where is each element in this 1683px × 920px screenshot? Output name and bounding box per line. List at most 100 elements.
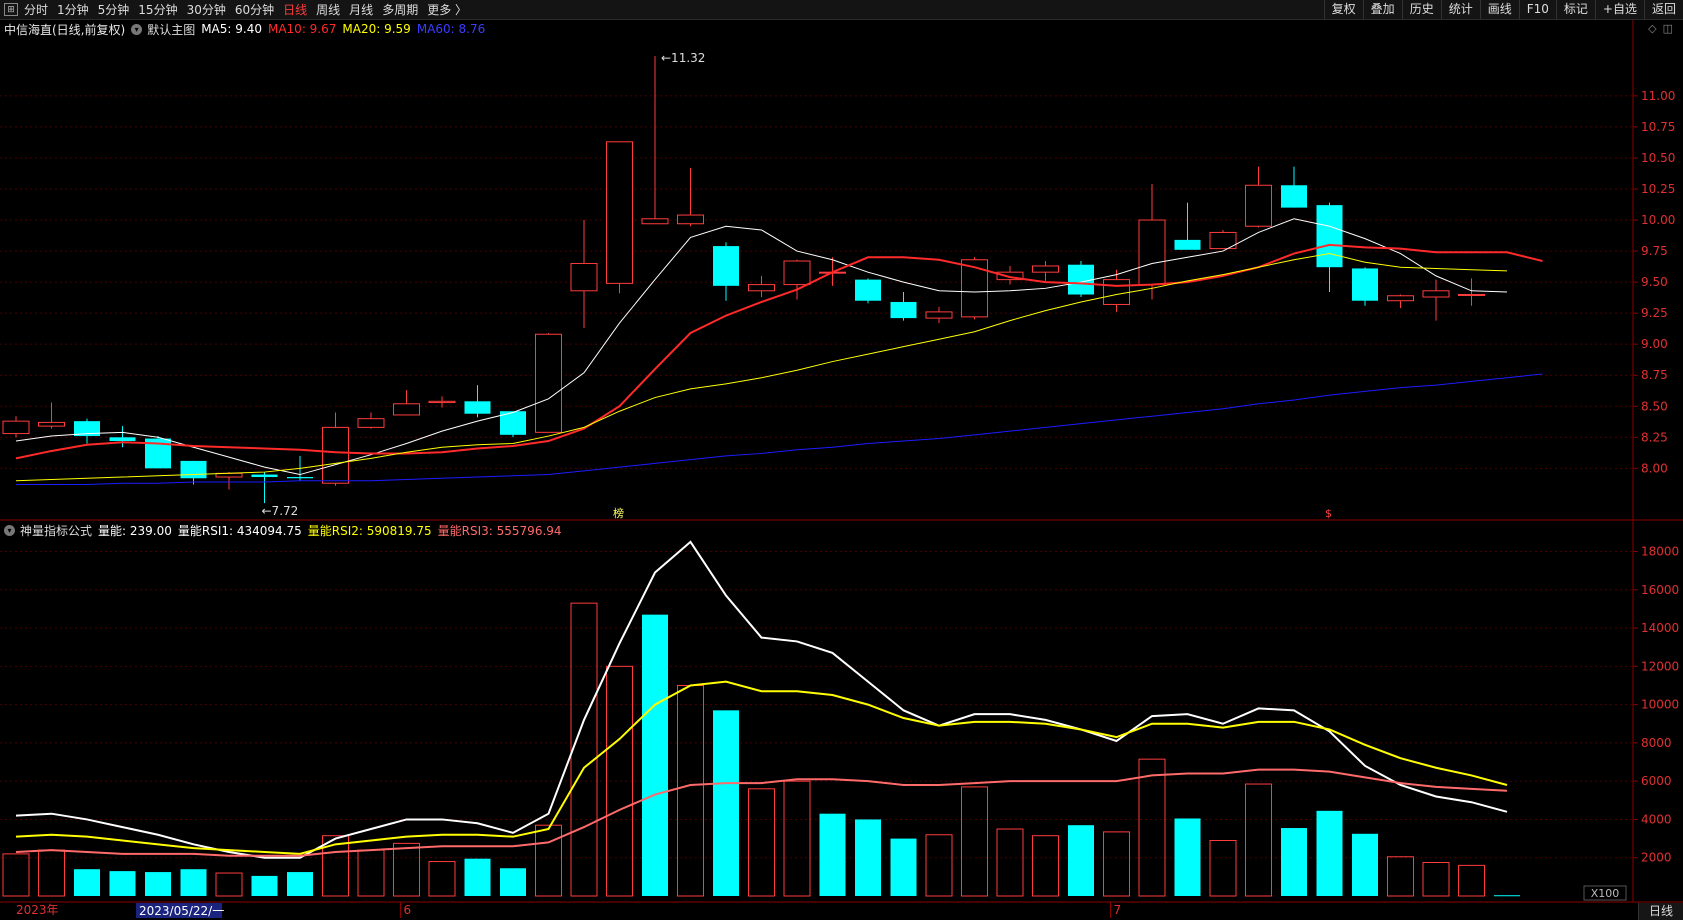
indicator-tick-label: 8000 (1641, 736, 1672, 750)
candle-body-up (677, 214, 704, 225)
volume-bar-up (1138, 758, 1166, 897)
indicator-name[interactable]: 神量指标公式 (20, 522, 92, 539)
volume-bar-up (961, 786, 988, 897)
volume-bar-up (677, 684, 704, 897)
indicator-tick-label: 2000 (1641, 851, 1672, 865)
candle-body-down (1281, 185, 1307, 208)
volume-bar-down (287, 872, 313, 896)
volume-bar-down (1281, 828, 1307, 896)
volume-label: 量能: 239.00 (98, 523, 172, 538)
indicator-tick-label: 16000 (1641, 583, 1679, 597)
stock-title: 中信海直(日线,前复权) (4, 22, 126, 37)
volume-bar-down (1494, 895, 1520, 897)
candle-body-up (748, 284, 775, 292)
period-button[interactable]: 日线 (1638, 903, 1683, 920)
price-tick-label: 10.75 (1641, 120, 1675, 134)
diamond-icon[interactable]: ◇ (1648, 22, 1656, 35)
candle-body-up (641, 218, 669, 225)
indicator-tick-label: 12000 (1641, 659, 1679, 673)
high-price-annotation: ←11.32 (661, 51, 705, 65)
volume-bar-up (393, 842, 420, 897)
candle-body-down (1352, 268, 1378, 301)
event-marker-dollar: $ (1325, 507, 1332, 520)
ma5-label: MA5: 9.40 (201, 22, 262, 36)
volume-bar-down (1352, 833, 1378, 896)
volume-bar-up (2, 853, 30, 897)
volume-bar-up (1422, 862, 1450, 897)
rsi1-label: 量能RSI1: 434094.75 (177, 523, 302, 538)
indicator-tick-label: 6000 (1641, 774, 1672, 788)
ma10-label: MA10: 9.67 (267, 22, 337, 36)
price-tick-label: 9.25 (1641, 306, 1668, 320)
volume-bar-down (145, 872, 171, 896)
candle-body-down (855, 279, 881, 301)
volume-bar-up (1209, 839, 1237, 897)
candle-body-down (180, 460, 207, 479)
candle-body-up (38, 421, 65, 427)
event-marker-bang: 榜 (613, 506, 624, 520)
candle-body-up (428, 400, 456, 404)
volume-bar-up (1387, 856, 1414, 897)
volume-bar-down (180, 869, 207, 896)
indicator-tick-label: 18000 (1641, 544, 1679, 558)
volume-bar-up (570, 602, 598, 897)
volume-bar-up (783, 780, 811, 897)
price-tick-label: 8.75 (1641, 368, 1668, 382)
candle-body-up (357, 418, 385, 428)
volume-bar-up (428, 861, 456, 897)
price-tick-label: 10.50 (1641, 151, 1675, 165)
candle-body-down (1068, 264, 1094, 295)
candle-body-up (1387, 295, 1414, 302)
volume-bar-up (925, 834, 953, 897)
price-tick-label: 8.00 (1641, 461, 1668, 475)
year-label: 2023年 (16, 903, 59, 917)
candle-body-down (1316, 205, 1343, 268)
volume-bar-down (1068, 825, 1094, 896)
rsi2-label: 量能RSI2: 590819.75 (307, 523, 432, 538)
volume-bar-up (1245, 783, 1272, 897)
volume-bar-down (1174, 818, 1201, 896)
volume-bar-up (1103, 831, 1130, 897)
template-label[interactable]: 默认主图 (147, 21, 195, 38)
candle-body-up (1458, 294, 1485, 297)
candle-body-up (925, 311, 953, 319)
candle-body-down (287, 477, 313, 479)
template-settings-icon[interactable]: ▾ (131, 23, 143, 35)
candle-body-up (783, 260, 811, 286)
unit-label: X100 (1591, 887, 1620, 900)
volume-bar-up (1458, 864, 1485, 897)
price-tick-label: 11.00 (1641, 89, 1675, 103)
candle-body-up (961, 259, 988, 318)
candle-body-down (464, 401, 491, 414)
volume-bar-down (855, 819, 881, 896)
price-tick-label: 9.75 (1641, 244, 1668, 258)
volume-bar-down (251, 875, 278, 896)
volume-bar-up (996, 828, 1024, 897)
main-chart-header: 中信海直(日线,前复权) ▾ 默认主图 MA5: 9.40 MA10: 9.67… (4, 20, 485, 38)
low-price-annotation: ←7.72 (262, 504, 299, 518)
volume-bar-up (535, 824, 562, 897)
volume-bar-down (642, 614, 668, 896)
candle-body-up (2, 420, 30, 435)
candle-body-down (713, 246, 739, 286)
month-label: 6 (404, 903, 412, 917)
ma60-label: MA60: 8.76 (416, 22, 486, 36)
candle-body-down (1174, 239, 1201, 250)
volume-bar-up (748, 788, 775, 897)
candle-body-down (109, 437, 136, 442)
price-tick-label: 10.25 (1641, 182, 1675, 196)
candle-body-up (1032, 265, 1059, 273)
volume-bar-up (1032, 835, 1059, 897)
panel-toggle-icon[interactable]: ◫ (1663, 22, 1673, 35)
price-tick-label: 8.25 (1641, 430, 1668, 444)
volume-bar-down (713, 710, 739, 896)
kline-chart[interactable]: 8.00 8.25 8.50 8.75 9.00 9.25 9.50 9.75 10.00 10.… (0, 0, 1683, 920)
candle-body-up (393, 403, 420, 416)
volume-bar-down (464, 858, 491, 896)
ma-line-ma60 (16, 373, 1543, 485)
indicator-tick-label: 10000 (1641, 698, 1679, 712)
price-tick-label: 9.00 (1641, 337, 1668, 351)
ma-line-ma10 (15, 243, 1543, 460)
volume-bar-down (74, 869, 100, 896)
indicator-settings-icon[interactable]: ▾ (4, 524, 15, 536)
